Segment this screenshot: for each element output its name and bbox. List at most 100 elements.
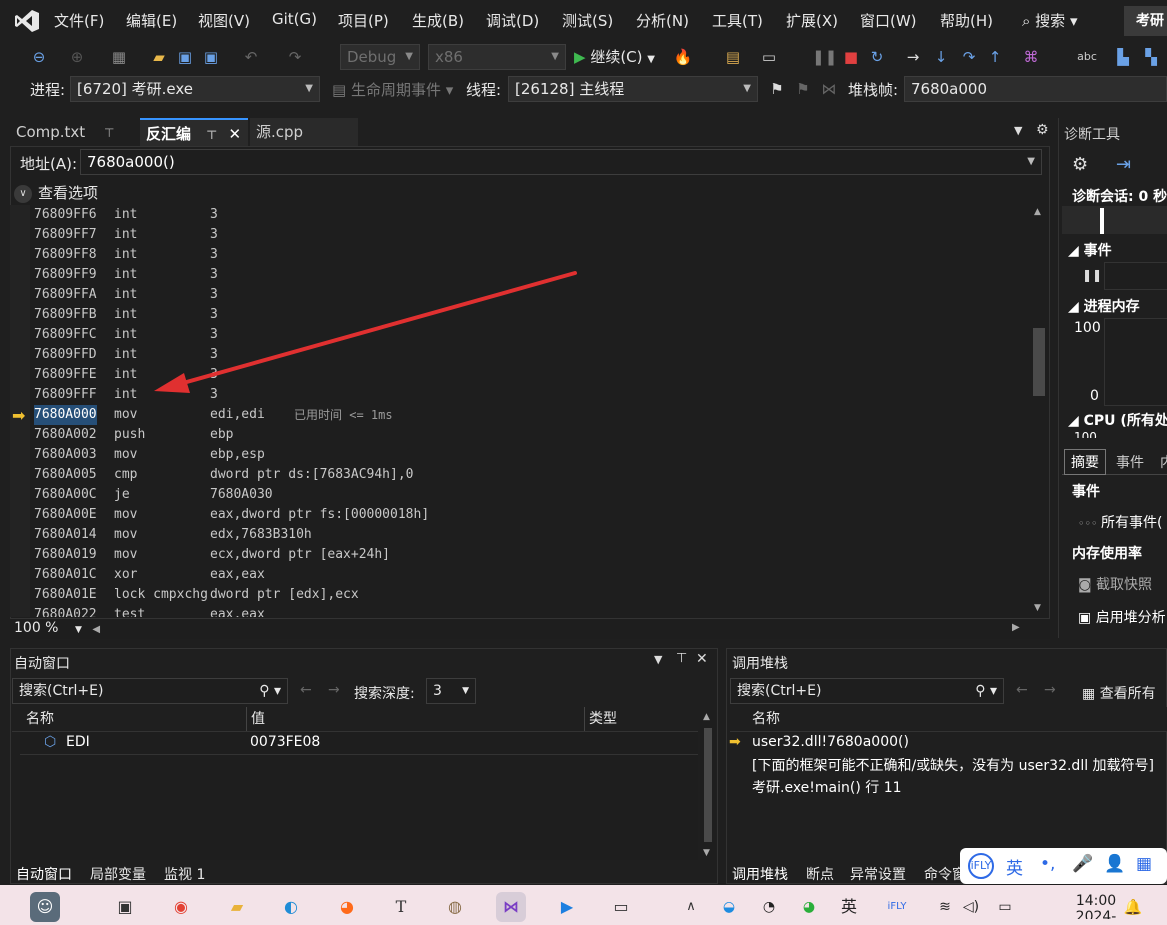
search-forward-icon[interactable]: → xyxy=(328,682,340,698)
scroll-right-icon[interactable]: ▶ xyxy=(1012,622,1020,633)
search-forward-icon[interactable]: → xyxy=(1044,682,1056,698)
call-stack-search-input[interactable]: 搜索(Ctrl+E) ⚲ ▾ xyxy=(730,678,1004,704)
step-out-icon[interactable]: ↑ xyxy=(984,46,1006,68)
col-name[interactable]: 名称 xyxy=(752,707,780,731)
toolbox-icon[interactable]: ▦ xyxy=(1136,854,1152,874)
col-name[interactable]: 名称 xyxy=(26,707,54,731)
col-value[interactable]: 值 xyxy=(246,707,265,731)
menu-item[interactable]: 调试(D) xyxy=(486,10,539,31)
tab-exception-settings[interactable]: 异常设置 xyxy=(850,864,906,884)
menu-item[interactable]: 生成(B) xyxy=(412,10,464,31)
window-dropdown-icon[interactable]: ▼ xyxy=(654,653,662,666)
scroll-down-icon[interactable]: ▼ xyxy=(703,848,710,858)
list-item[interactable]: [下面的框架可能不正确和/或缺失，没有为 user32.dll 加载符号] xyxy=(752,755,1154,775)
punctuation-icon[interactable]: •, xyxy=(1040,854,1055,874)
variable-value[interactable]: 0073FE08 xyxy=(250,734,320,750)
diagnostic-icon[interactable]: ⌘ xyxy=(1020,46,1042,68)
restart-icon[interactable]: ↻ xyxy=(866,46,888,68)
typora-icon[interactable]: T xyxy=(386,892,416,922)
user-icon[interactable]: 👤 xyxy=(1104,854,1125,874)
save-all-icon[interactable]: ▣ xyxy=(200,46,222,68)
tab-disassembly[interactable]: 反汇编 ⊤ ✕ xyxy=(140,118,248,146)
pin-icon[interactable]: ⊤ xyxy=(104,126,114,140)
task-view-icon[interactable]: ▣ xyxy=(110,892,140,922)
menu-item[interactable]: Git(G) xyxy=(272,10,317,28)
tab-summary[interactable]: 摘要 xyxy=(1064,449,1106,475)
pin-icon[interactable]: ⊤ xyxy=(676,651,687,666)
visual-studio-taskbar-icon[interactable]: ⋈ xyxy=(496,892,526,922)
redo-icon[interactable]: ↷ xyxy=(284,46,306,68)
media-player-icon[interactable]: ▶ xyxy=(552,892,582,922)
microphone-icon[interactable]: 🎤 xyxy=(1072,854,1093,874)
file-explorer-icon[interactable]: ▰ xyxy=(222,892,252,922)
menu-item[interactable]: 分析(N) xyxy=(636,10,689,31)
chevron-down-icon[interactable]: ▼ xyxy=(1027,150,1035,174)
thread-select[interactable]: [26128] 主线程 ▼ xyxy=(508,76,758,102)
stop-icon[interactable]: ■ xyxy=(840,46,862,68)
menu-item[interactable]: 视图(V) xyxy=(198,10,250,31)
tab-watch-1[interactable]: 监视 1 xyxy=(164,864,205,884)
pinned-avatar-icon[interactable]: ☺ xyxy=(30,892,60,922)
close-icon[interactable]: ✕ xyxy=(228,125,241,143)
scroll-up-icon[interactable]: ▲ xyxy=(1034,207,1041,217)
autos-search-input[interactable]: 搜索(Ctrl+E) ⚲ ▾ xyxy=(12,678,288,704)
search-depth-select[interactable]: 3 ▼ xyxy=(426,678,476,704)
search-back-icon[interactable]: ← xyxy=(300,682,312,698)
disassembly-scrollbar[interactable]: ▲ ▼ xyxy=(1030,205,1048,617)
ime-indicator[interactable]: 英 xyxy=(834,892,864,922)
tab-dropdown-icon[interactable]: ▼ xyxy=(1014,124,1022,137)
find-file-icon[interactable]: ▤ xyxy=(722,46,744,68)
wechat-icon[interactable]: ◕ xyxy=(794,892,824,922)
tab-comp-txt[interactable]: Comp.txt ⊤ xyxy=(10,118,138,146)
forward-icon[interactable]: ⊕ xyxy=(66,46,88,68)
all-events-link[interactable]: ◦◦◦ 所有事件( xyxy=(1078,512,1162,532)
back-icon[interactable]: ⊖ xyxy=(28,46,50,68)
menu-item[interactable]: 工具(T) xyxy=(712,10,763,31)
ifly-tray-icon[interactable]: iFLY xyxy=(882,892,912,922)
app-icon[interactable]: ◍ xyxy=(440,892,470,922)
search-menu[interactable]: ⌕ 搜索 ▾ xyxy=(1022,10,1078,31)
tab-locals[interactable]: 局部变量 xyxy=(90,864,146,884)
tab-source-cpp[interactable]: 源.cpp xyxy=(250,118,358,146)
notification-bell-icon[interactable]: 🔔 xyxy=(1118,892,1148,922)
tray-app-icon[interactable]: ◒ xyxy=(714,892,744,922)
search-icon[interactable]: ⚲ ▾ xyxy=(975,679,997,703)
tab-command-window[interactable]: 命令窗 xyxy=(924,864,960,884)
scroll-up-icon[interactable]: ▲ xyxy=(703,712,710,722)
tab-call-stack[interactable]: 调用堆栈 xyxy=(732,864,788,884)
table-row[interactable]: ⬡ EDI 0073FE08 xyxy=(20,732,698,755)
menu-item[interactable]: 帮助(H) xyxy=(940,10,993,31)
menu-item[interactable]: 窗口(W) xyxy=(860,10,917,31)
list-item[interactable]: user32.dll!7680a000() xyxy=(752,734,909,750)
volume-icon[interactable]: ◁) xyxy=(956,892,986,922)
pin-icon[interactable]: ⊤ xyxy=(206,128,217,142)
hot-reload-icon[interactable]: 🔥 xyxy=(672,46,694,68)
scrollbar-thumb[interactable] xyxy=(1033,328,1045,396)
menu-item[interactable]: 文件(F) xyxy=(54,10,104,31)
flag-all-icon[interactable]: ⚑ xyxy=(792,78,814,100)
tray-overflow-icon[interactable]: ∧ xyxy=(676,892,706,922)
tab-breakpoints[interactable]: 断点 xyxy=(806,864,834,884)
battery-icon[interactable]: ▭ xyxy=(990,892,1020,922)
process-memory-header[interactable]: ◢ 进程内存 xyxy=(1068,296,1140,316)
autos-scrollbar[interactable]: ▲ ▼ xyxy=(700,710,716,860)
view-all-threads-button[interactable]: ▦ 查看所有 xyxy=(1082,683,1156,703)
undo-icon[interactable]: ↶ xyxy=(240,46,262,68)
menu-item[interactable]: 编辑(E) xyxy=(126,10,177,31)
solution-title-badge[interactable]: 考研 xyxy=(1124,6,1167,36)
new-project-icon[interactable]: ▦ xyxy=(108,46,130,68)
process-select[interactable]: [6720] 考研.exe ▼ xyxy=(70,76,320,102)
show-next-statement-icon[interactable]: → xyxy=(902,46,924,68)
pause-icon[interactable]: ❚❚ xyxy=(812,46,837,68)
close-icon[interactable]: ✕ xyxy=(696,651,708,667)
menu-item[interactable]: 项目(P) xyxy=(338,10,389,31)
chrome-icon[interactable]: ◉ xyxy=(166,892,196,922)
step-into-icon[interactable]: ↓ xyxy=(930,46,952,68)
configuration-select[interactable]: Debug ▼ xyxy=(340,44,420,70)
events-header[interactable]: ◢ 事件 xyxy=(1068,240,1112,260)
gear-icon[interactable]: ⚙ xyxy=(1036,122,1049,138)
cpu-header[interactable]: ◢ CPU (所有处理器 xyxy=(1068,410,1167,430)
scroll-down-icon[interactable]: ▼ xyxy=(1034,603,1041,613)
col-type[interactable]: 类型 xyxy=(584,707,617,731)
show-flagged-icon[interactable]: ⋈ xyxy=(818,78,840,100)
